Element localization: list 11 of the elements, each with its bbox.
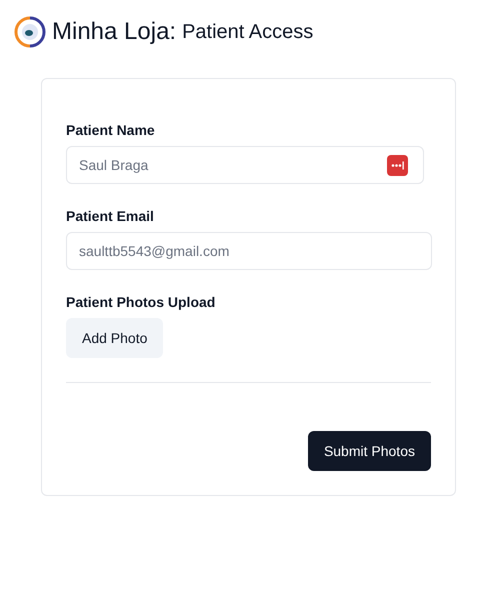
add-photo-button[interactable]: Add Photo xyxy=(66,318,164,358)
logo-icon xyxy=(14,16,46,48)
submit-button[interactable]: Submit Photos xyxy=(308,431,431,471)
password-manager-icon[interactable] xyxy=(387,155,408,176)
input-field[interactable]: Saul Braga xyxy=(66,146,424,184)
field-label: Patient Email xyxy=(66,208,155,224)
input-field[interactable]: saulttb5543@gmail.com xyxy=(66,232,432,270)
field-label: Patient Photos Upload xyxy=(66,294,216,310)
brand-name: Minha Loja: xyxy=(52,18,176,46)
page-title: Patient Access xyxy=(182,20,314,44)
field-label: Patient Name xyxy=(66,122,156,138)
